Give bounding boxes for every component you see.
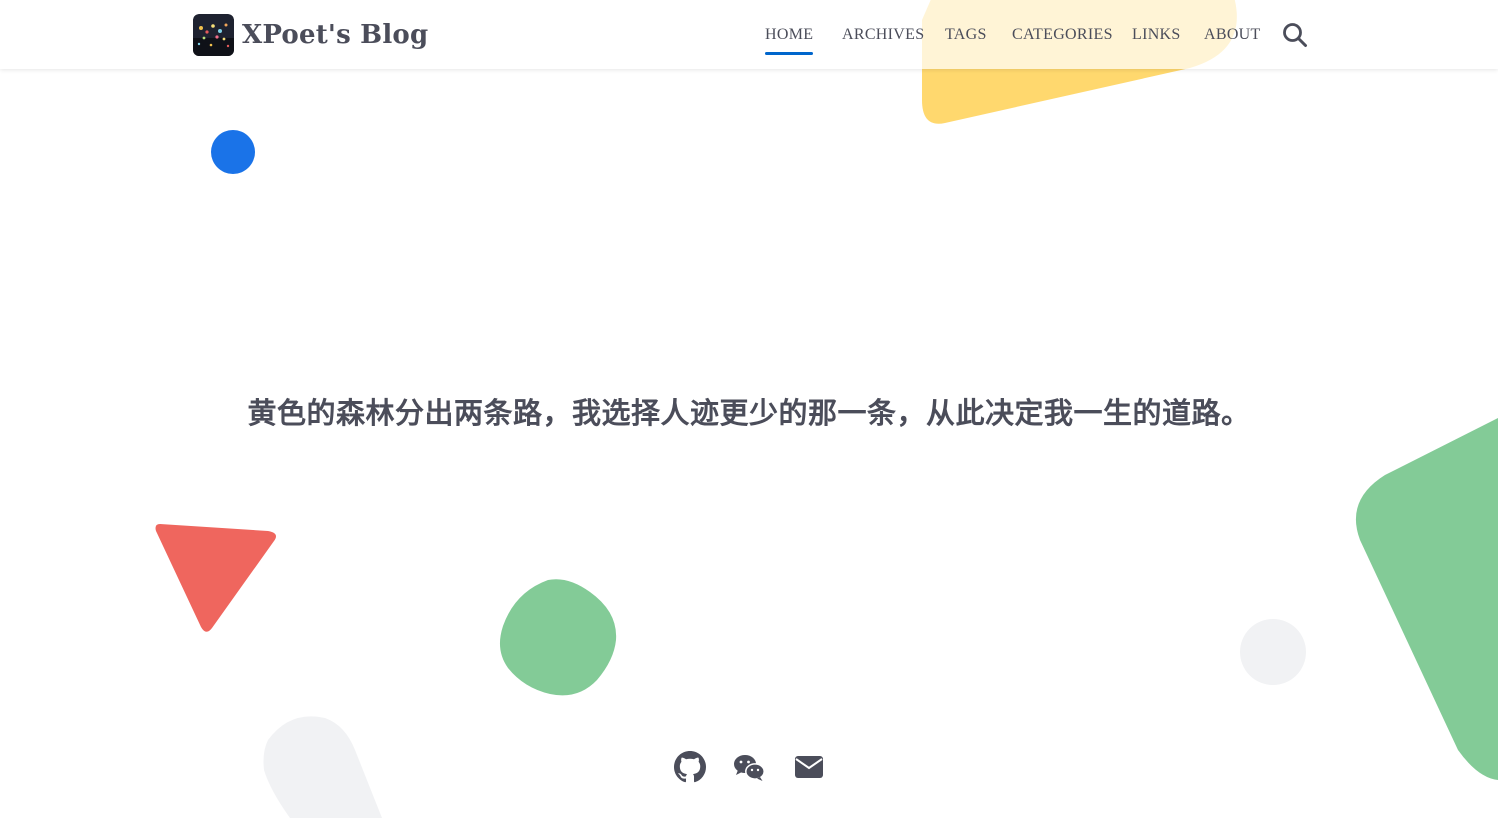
nav-tags[interactable]: TAGS	[945, 25, 987, 45]
nav-home[interactable]: HOME	[765, 25, 814, 55]
nav-about[interactable]: ABOUT	[1204, 25, 1261, 45]
gray-pill	[263, 716, 382, 818]
hero-motto: 黄色的森林分出两条路，我选择人迹更少的那一条，从此决定我一生的道路。	[247, 396, 1251, 430]
green-blob	[499, 579, 617, 696]
nav-archives[interactable]: ARCHIVES	[842, 25, 924, 45]
page: XPoet's Blog HOME ARCHIVES TAGS CATEGORI…	[0, 0, 1498, 818]
nav-links[interactable]: LINKS	[1132, 25, 1181, 45]
github-icon[interactable]	[674, 751, 706, 783]
site-logo-link[interactable]: XPoet's Blog	[193, 14, 428, 56]
site-header: XPoet's Blog HOME ARCHIVES TAGS CATEGORI…	[0, 0, 1498, 69]
blue-dot	[211, 130, 255, 174]
search-icon[interactable]	[1282, 22, 1308, 48]
email-icon[interactable]	[793, 751, 825, 783]
green-shape-right	[1355, 418, 1498, 780]
nav-categories[interactable]: CATEGORIES	[1012, 25, 1113, 45]
red-triangle	[155, 524, 276, 632]
site-logo-image	[193, 14, 234, 56]
site-title: XPoet's Blog	[242, 20, 429, 50]
gray-circle	[1240, 619, 1306, 685]
wechat-icon[interactable]	[733, 751, 765, 783]
